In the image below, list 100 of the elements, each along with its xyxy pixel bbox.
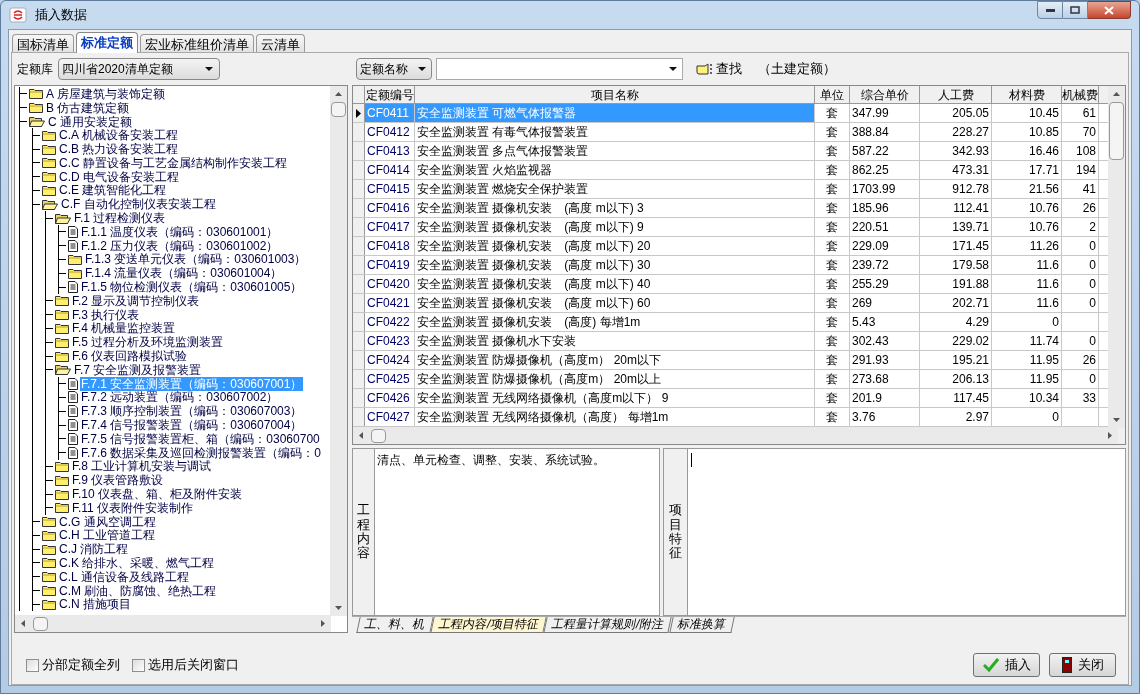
search-field[interactable] bbox=[436, 58, 683, 80]
tree-item[interactable]: F.7.3 顺序控制装置（编码：030607003） bbox=[80, 404, 304, 419]
tree-item[interactable]: F.7 安全监测及报警装置 bbox=[73, 362, 203, 377]
current-row-icon bbox=[356, 108, 361, 118]
table-cell: CF0426 bbox=[365, 389, 415, 407]
tree-item[interactable]: C.L 通信设备及线路工程 bbox=[58, 569, 190, 584]
tree-item[interactable]: C 通用安装定额 bbox=[47, 114, 133, 129]
tree-item[interactable]: F.6 仪表回路模拟试验 bbox=[71, 349, 189, 364]
maximize-button[interactable] bbox=[1063, 1, 1088, 19]
detail-tab[interactable]: 标准换算 bbox=[669, 617, 735, 633]
tree-item[interactable]: F.8 工业计算机安装与调试 bbox=[71, 459, 213, 474]
scroll-thumb[interactable] bbox=[331, 102, 346, 117]
table-cell: 220.51 bbox=[850, 218, 920, 236]
tree-item[interactable]: C.G 通风空调工程 bbox=[58, 514, 157, 529]
table-cell: 套 bbox=[815, 161, 850, 179]
scroll-thumb[interactable] bbox=[33, 616, 48, 631]
scroll-left-icon bbox=[359, 432, 363, 439]
document-icon bbox=[68, 432, 78, 445]
tree-item[interactable]: C.M 刷油、防腐蚀、绝热工程 bbox=[58, 583, 218, 598]
table-cell: 套 bbox=[815, 408, 850, 426]
close-button[interactable]: 关闭 bbox=[1049, 653, 1116, 677]
tree-item[interactable]: F.5 过程分析及环境监测装置 bbox=[71, 335, 225, 350]
tab[interactable]: 国标清单 bbox=[12, 34, 74, 52]
table-cell: 912.78 bbox=[920, 180, 992, 198]
tree-item[interactable]: C.F 自动化控制仪表安装工程 bbox=[60, 197, 217, 212]
document-icon bbox=[68, 405, 78, 418]
tree-item[interactable]: F.4 机械量监控装置 bbox=[71, 321, 177, 336]
vertical-scrollbar[interactable] bbox=[1108, 86, 1125, 428]
detail-tab[interactable]: 工程内容/项目特征 bbox=[430, 617, 548, 633]
tree-item[interactable]: C.A 机械设备安装工程 bbox=[58, 128, 179, 143]
checkbox[interactable] bbox=[26, 658, 39, 672]
scroll-thumb[interactable] bbox=[1109, 102, 1124, 160]
table-cell: 11.95 bbox=[992, 370, 1062, 388]
table-cell: 16.46 bbox=[992, 142, 1062, 160]
table-cell: 安全监测装置 摄像机安装 (高度 m以下) 9 bbox=[415, 218, 815, 236]
detail-tab[interactable]: 工程量计算规则/附注 bbox=[543, 617, 673, 633]
table-cell: 0 bbox=[1062, 275, 1099, 293]
tab[interactable]: 云清单 bbox=[256, 34, 305, 52]
tree-item[interactable]: F.1.5 物位检测仪表（编码：030601005） bbox=[80, 280, 304, 295]
table-cell: 10.85 bbox=[992, 123, 1062, 141]
tab[interactable]: 宏业标准组价清单 bbox=[140, 34, 254, 52]
table-cell: 套 bbox=[815, 104, 850, 122]
table-cell: 17.71 bbox=[992, 161, 1062, 179]
table-cell: 112.41 bbox=[920, 199, 992, 217]
tree-item[interactable]: C.K 给排水、采暖、燃气工程 bbox=[58, 556, 216, 570]
scroll-thumb[interactable] bbox=[371, 428, 386, 443]
tree-item[interactable]: C.E 建筑智能化工程 bbox=[58, 183, 168, 198]
insert-button[interactable]: 插入 bbox=[973, 653, 1040, 677]
tree-item[interactable]: F.1.3 变送单元仪表（编码：030601003） bbox=[84, 252, 308, 267]
tree-item[interactable]: F.11 仪表附件安装制作 bbox=[71, 500, 195, 515]
table-cell: 11.6 bbox=[992, 256, 1062, 274]
tree-item[interactable]: F.3 执行仪表 bbox=[71, 307, 141, 322]
close-button[interactable] bbox=[1088, 1, 1131, 19]
table-cell: 10.76 bbox=[992, 218, 1062, 236]
tree-item[interactable]: F.2 显示及调节控制仪表 bbox=[71, 293, 201, 308]
table-cell: 0 bbox=[992, 408, 1062, 426]
vertical-scrollbar[interactable] bbox=[330, 86, 347, 616]
tree-item[interactable]: F.1.2 压力仪表（编码：030601002） bbox=[80, 238, 280, 253]
horizontal-scrollbar[interactable] bbox=[15, 615, 331, 632]
table-cell: 205.05 bbox=[920, 104, 992, 122]
table-cell: 587.22 bbox=[850, 142, 920, 160]
tree-item[interactable]: F.1 过程检测仪表 bbox=[73, 211, 167, 226]
tree-item[interactable]: F.1.1 温度仪表（编码：030601001） bbox=[80, 224, 280, 239]
tree-item[interactable]: C.D 电气设备安装工程 bbox=[58, 169, 180, 184]
tree-item[interactable]: F.7.5 信号报警装置柜、箱（编码：03060700 bbox=[80, 431, 321, 446]
horizontal-scrollbar[interactable] bbox=[353, 427, 1118, 444]
tree-item[interactable]: F.10 仪表盘、箱、柜及附件安装 bbox=[71, 487, 243, 501]
document-icon bbox=[68, 419, 78, 431]
search-type-dropdown[interactable]: 定额名称 bbox=[356, 58, 432, 80]
maximize-icon bbox=[1070, 6, 1080, 14]
tree-item[interactable]: A 房屋建筑与装饰定额 bbox=[45, 86, 166, 101]
scroll-down-icon bbox=[335, 606, 342, 610]
tree-item[interactable]: B 仿古建筑定额 bbox=[45, 100, 131, 115]
tree-item[interactable]: C.N 措施项目 bbox=[58, 597, 132, 612]
table-cell: 安全监测装置 可燃气体报警器 bbox=[415, 104, 815, 122]
tree-item[interactable]: F.7.6 数据采集及巡回检测报警装置（编码：0 bbox=[80, 445, 323, 460]
tree-item[interactable]: C.C 静置设备与工艺金属结构制作安装工程 bbox=[58, 155, 288, 170]
table-cell: 291.93 bbox=[850, 351, 920, 369]
minimize-button[interactable] bbox=[1037, 1, 1063, 19]
table-cell: 安全监测装置 多点气体报警装置 bbox=[415, 142, 815, 160]
table-cell: 套 bbox=[815, 313, 850, 331]
tree-item[interactable]: F.9 仪表管路敷设 bbox=[71, 473, 165, 488]
work-content-text: 清点、单元检查、调整、安装、系统试验。 bbox=[375, 449, 659, 615]
find-button[interactable]: 查找 bbox=[696, 59, 742, 79]
tree-item[interactable]: C.J 消防工程 bbox=[58, 542, 130, 557]
row-header[interactable] bbox=[353, 104, 365, 122]
table-cell: 33 bbox=[1062, 389, 1099, 407]
tree-item[interactable]: C.B 热力设备安装工程 bbox=[58, 142, 180, 157]
library-dropdown[interactable]: 四川省2020清单定额 bbox=[58, 58, 220, 80]
tree-item[interactable]: F.7.4 信号报警装置（编码：030607004） bbox=[80, 418, 304, 433]
tree-item[interactable]: F.7.2 远动装置（编码：030607002） bbox=[80, 390, 280, 405]
tree-item[interactable]: C.H 工业管道工程 bbox=[58, 528, 156, 543]
checkbox[interactable] bbox=[132, 658, 145, 672]
tree-item[interactable]: F.1.4 流量仪表（编码：030601004） bbox=[84, 266, 284, 281]
table-cell: 70 bbox=[1062, 123, 1099, 141]
table-cell: 2 bbox=[1062, 218, 1099, 236]
close-icon bbox=[1104, 5, 1114, 15]
tab[interactable]: 标准定额 bbox=[76, 32, 138, 53]
detail-tab[interactable]: 工、料、机 bbox=[356, 617, 434, 633]
column-header: 机械费 bbox=[1062, 86, 1099, 103]
